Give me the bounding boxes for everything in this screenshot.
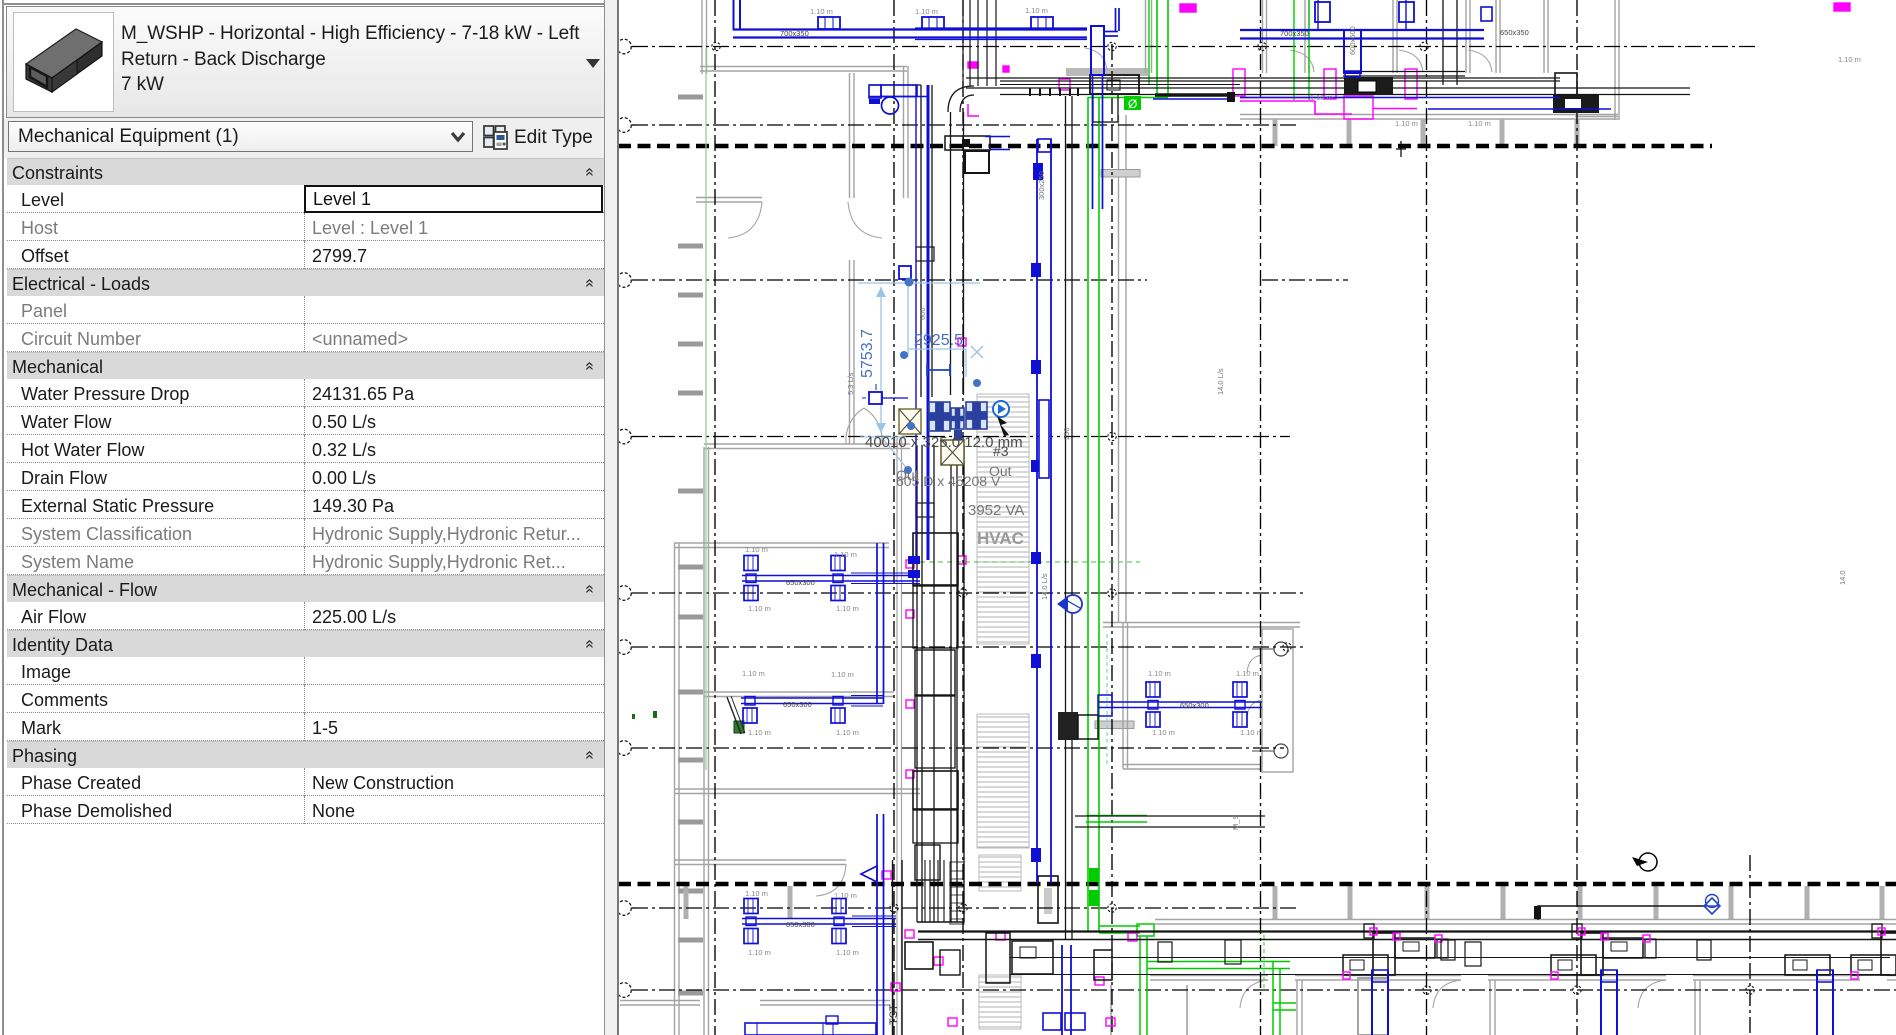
svg-text:600: 600 [918, 307, 927, 320]
svg-text:1.10 m: 1.10 m [831, 670, 854, 679]
svg-text:1.10 m: 1.10 m [748, 728, 771, 737]
svg-text:1.10 m: 1.10 m [1468, 119, 1491, 128]
svg-text:1.10 m: 1.10 m [745, 889, 768, 898]
svg-text:1.10 m: 1.10 m [834, 550, 857, 559]
svg-text:650x300: 650x300 [786, 578, 815, 587]
svg-text:#3: #3 [993, 443, 1009, 459]
svg-text:1.10 m: 1.10 m [810, 7, 833, 16]
svg-text:1.10 m: 1.10 m [915, 7, 938, 16]
svg-text:1.10 m: 1.10 m [1025, 6, 1048, 15]
svg-text:1.10 m: 1.10 m [1240, 728, 1263, 737]
svg-text:605 D x 45208 V: 605 D x 45208 V [896, 473, 1001, 489]
svg-text:700x350: 700x350 [1280, 29, 1309, 38]
svg-text:1.10 m: 1.10 m [748, 604, 771, 613]
svg-text:1.10 m: 1.10 m [1838, 55, 1861, 64]
svg-text:1.10 m: 1.10 m [748, 948, 771, 957]
svg-text:5.3 L/s: 5.3 L/s [846, 372, 855, 395]
svg-text:1.10 m: 1.10 m [1152, 728, 1175, 737]
svg-text:5753.7: 5753.7 [859, 329, 876, 378]
svg-text:TST: TST [888, 1004, 900, 1025]
svg-text:650x300: 650x300 [786, 920, 815, 929]
svg-text:1.10 m: 1.10 m [1310, 93, 1333, 102]
svg-text:650x300: 650x300 [783, 700, 812, 709]
svg-text:M_S: M_S [1231, 815, 1240, 830]
svg-text:1.10 m: 1.10 m [742, 669, 765, 678]
svg-text:Ø: Ø [1128, 97, 1137, 111]
svg-text:14.0 L/s: 14.0 L/s [1040, 573, 1049, 600]
svg-text:1.10 m: 1.10 m [834, 891, 857, 900]
svg-text:600x600: 600x600 [1348, 26, 1357, 55]
svg-text:HVAC: HVAC [977, 529, 1024, 548]
svg-text:1.10 m: 1.10 m [836, 948, 859, 957]
svg-text:700x350: 700x350 [780, 29, 809, 38]
svg-text:1.10 m: 1.10 m [745, 545, 768, 554]
svg-text:650x300: 650x300 [1180, 701, 1209, 710]
svg-text:1.10 m: 1.10 m [836, 604, 859, 613]
svg-text:2925.5: 2925.5 [914, 332, 963, 349]
svg-text:14.0 L/s: 14.0 L/s [1216, 368, 1225, 395]
svg-text:1.10 m: 1.10 m [1236, 669, 1259, 678]
svg-text:250: 250 [1062, 427, 1071, 440]
svg-text:3952 VA: 3952 VA [968, 502, 1024, 519]
svg-text:1.10 m: 1.10 m [1148, 669, 1171, 678]
svg-text:14.0: 14.0 [1838, 570, 1847, 585]
svg-text:1.10 m: 1.10 m [1395, 119, 1418, 128]
svg-text:300x250: 300x250 [1037, 171, 1046, 200]
svg-text:650x350: 650x350 [1500, 28, 1529, 37]
svg-text:1.10 m: 1.10 m [836, 728, 859, 737]
